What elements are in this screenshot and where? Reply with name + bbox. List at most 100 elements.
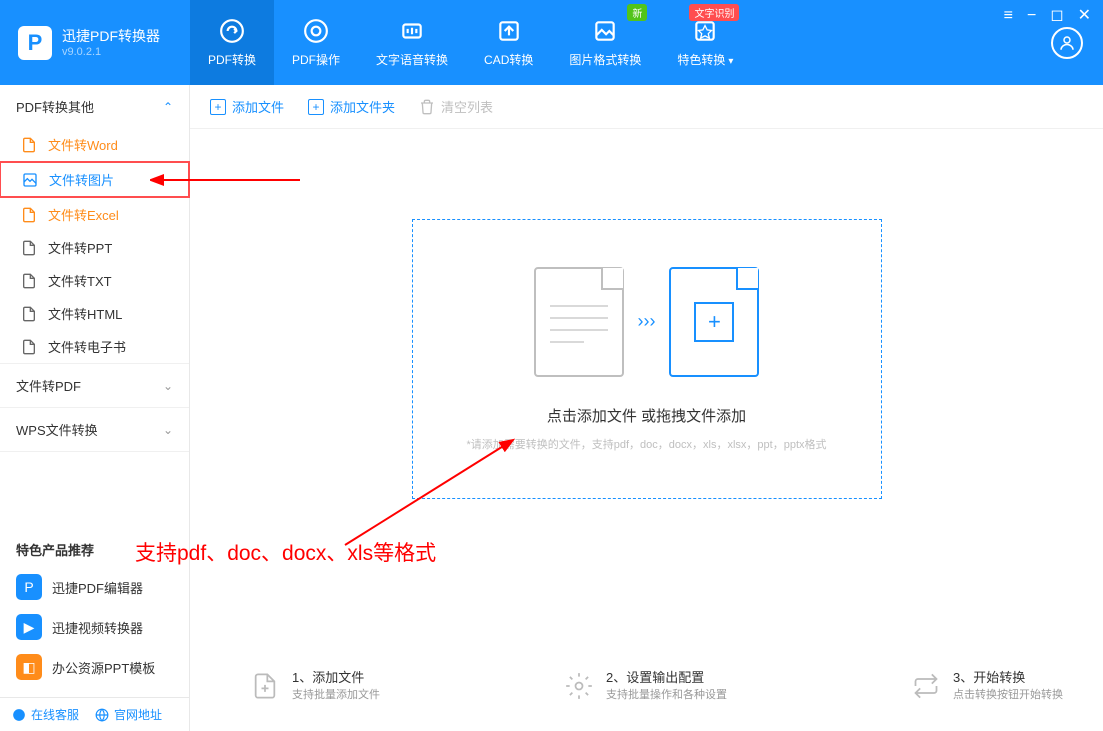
add-file-button[interactable]: + 添加文件 (210, 97, 284, 116)
drop-zone[interactable]: ››› + 点击添加文件 或拖拽文件添加 *请添加需要转换的文件，支持pdf，d… (412, 219, 882, 499)
txt-icon (20, 272, 38, 290)
sidebar-item-label: 文件转PPT (48, 238, 112, 257)
steps-row: 1、添加文件 支持批量添加文件 2、设置输出配置 支持批量操作和各种设置 3、开… (190, 651, 1103, 731)
step-sub: 支持批量添加文件 (292, 688, 380, 703)
sidebar-item-label: 文件转TXT (48, 271, 112, 290)
pdf-editor-icon: P (16, 574, 42, 600)
sidebar-item-word[interactable]: 文件转Word (0, 128, 189, 161)
clear-list-button[interactable]: 清空列表 (419, 97, 493, 116)
maximize-button[interactable]: ◻ (1050, 8, 1063, 24)
recommend-label: 办公资源PPT模板 (52, 658, 155, 677)
app-logo-icon: P (18, 26, 52, 60)
video-icon: ▶ (16, 614, 42, 640)
audio-icon (398, 17, 426, 45)
excel-icon (20, 206, 38, 224)
step-sub: 点击转换按钮开始转换 (953, 688, 1063, 703)
drop-hint: *请添加需要转换的文件，支持pdf，doc，docx，xls，xlsx，ppt，… (466, 436, 826, 452)
account-button[interactable] (1051, 27, 1083, 59)
plus-icon: + (210, 99, 226, 115)
sidebar-footer: 在线客服 官网地址 (0, 697, 189, 731)
window-controls: ≡ − ◻ ✕ (1004, 8, 1091, 24)
step-convert: 3、开始转换 点击转换按钮开始转换 (911, 669, 1063, 703)
toolbar-label: 添加文件夹 (330, 97, 395, 116)
image-icon (591, 17, 619, 45)
star-icon (691, 17, 719, 45)
sidebar-item-html[interactable]: 文件转HTML (0, 297, 189, 330)
sidebar: PDF转换其他 ⌃ 文件转Word 文件转图片 文件转Excel (0, 85, 190, 731)
online-service-link[interactable]: 在线客服 (12, 706, 79, 723)
official-site-link[interactable]: 官网地址 (95, 706, 162, 723)
ppt-icon (20, 239, 38, 257)
step-add-file: 1、添加文件 支持批量添加文件 (250, 669, 380, 703)
nav-label: 文字语音转换 (376, 51, 448, 68)
nav-label: 图片格式转换 (569, 51, 641, 68)
nav-label: PDF操作 (292, 51, 340, 68)
nav-image-convert[interactable]: 新 图片格式转换 (551, 0, 659, 85)
minimize-button[interactable]: − (1027, 8, 1036, 24)
add-target-icon: + (669, 267, 759, 377)
ocr-badge: 文字识别 (689, 4, 739, 21)
nav-special-convert[interactable]: 文字识别 特色转换▾ (659, 0, 751, 85)
sidebar-item-excel[interactable]: 文件转Excel (0, 198, 189, 231)
recommend-label: 迅捷视频转换器 (52, 618, 143, 637)
sidebar-item-label: 文件转图片 (49, 170, 114, 189)
sidebar-item-image[interactable]: 文件转图片 (0, 161, 190, 198)
add-folder-button[interactable]: + 添加文件夹 (308, 97, 395, 116)
step-title: 3、开始转换 (953, 669, 1063, 687)
menu-icon[interactable]: ≡ (1004, 8, 1013, 24)
step-file-icon (250, 671, 280, 701)
step-title: 2、设置输出配置 (606, 669, 727, 687)
word-icon (20, 136, 38, 154)
section-title: WPS文件转换 (16, 420, 98, 439)
sidebar-item-label: 文件转Excel (48, 205, 119, 224)
nav-label: CAD转换 (484, 51, 533, 68)
nav-cad-convert[interactable]: CAD转换 (466, 0, 551, 85)
nav-label: 特色转换▾ (677, 51, 733, 68)
drop-title: 点击添加文件 或拖拽文件添加 (547, 405, 746, 426)
new-badge: 新 (627, 4, 647, 21)
sidebar-item-txt[interactable]: 文件转TXT (0, 264, 189, 297)
footer-link-label: 官网地址 (114, 706, 162, 723)
step-title: 1、添加文件 (292, 669, 380, 687)
recommend-title: 特色产品推荐 (0, 532, 189, 567)
sidebar-section-wps[interactable]: WPS文件转换 ⌄ (0, 408, 189, 451)
sidebar-item-label: 文件转电子书 (48, 337, 126, 356)
section-title: PDF转换其他 (16, 97, 94, 116)
step-gear-icon (564, 671, 594, 701)
sidebar-item-ebook[interactable]: 文件转电子书 (0, 330, 189, 363)
toolbar-label: 清空列表 (441, 97, 493, 116)
trash-icon (419, 99, 435, 115)
recommend-video-converter[interactable]: ▶ 迅捷视频转换器 (0, 607, 189, 647)
step-sub: 支持批量操作和各种设置 (606, 688, 727, 703)
sidebar-section-to-pdf[interactable]: 文件转PDF ⌄ (0, 364, 189, 407)
toolbar: + 添加文件 + 添加文件夹 清空列表 (190, 85, 1103, 129)
recommend-pdf-editor[interactable]: P 迅捷PDF编辑器 (0, 567, 189, 607)
ebook-icon (20, 338, 38, 356)
toolbar-label: 添加文件 (232, 97, 284, 116)
app-name: 迅捷PDF转换器 (62, 27, 160, 45)
picture-icon (21, 171, 39, 189)
nav-label: PDF转换 (208, 51, 256, 68)
chevron-up-icon: ⌃ (163, 100, 173, 114)
html-icon (20, 305, 38, 323)
sidebar-item-label: 文件转HTML (48, 304, 122, 323)
recommend-section: 特色产品推荐 P 迅捷PDF编辑器 ▶ 迅捷视频转换器 ◧ 办公资源PPT模板 (0, 522, 189, 697)
gear-icon (302, 17, 330, 45)
close-button[interactable]: ✕ (1078, 8, 1091, 24)
nav-text-audio[interactable]: 文字语音转换 (358, 0, 466, 85)
nav-items: PDF转换 PDF操作 文字语音转换 CAD转换 新 图片格式转换 文字识别 特… (190, 0, 751, 85)
arrow-right-icon: ››› (638, 311, 656, 332)
nav-pdf-convert[interactable]: PDF转换 (190, 0, 274, 85)
sidebar-section-pdf-other[interactable]: PDF转换其他 ⌃ (0, 85, 189, 128)
step-convert-icon (911, 671, 941, 701)
logo-section: P 迅捷PDF转换器 v9.0.2.1 (0, 26, 190, 60)
recommend-label: 迅捷PDF编辑器 (52, 578, 143, 597)
app-version: v9.0.2.1 (62, 46, 160, 58)
content-area: + 添加文件 + 添加文件夹 清空列表 ››› (190, 85, 1103, 731)
step-config: 2、设置输出配置 支持批量操作和各种设置 (564, 669, 727, 703)
sidebar-item-ppt[interactable]: 文件转PPT (0, 231, 189, 264)
drop-illustration: ››› + (534, 267, 760, 377)
nav-pdf-operate[interactable]: PDF操作 (274, 0, 358, 85)
recommend-ppt-template[interactable]: ◧ 办公资源PPT模板 (0, 647, 189, 687)
chevron-down-icon: ▾ (728, 56, 733, 67)
